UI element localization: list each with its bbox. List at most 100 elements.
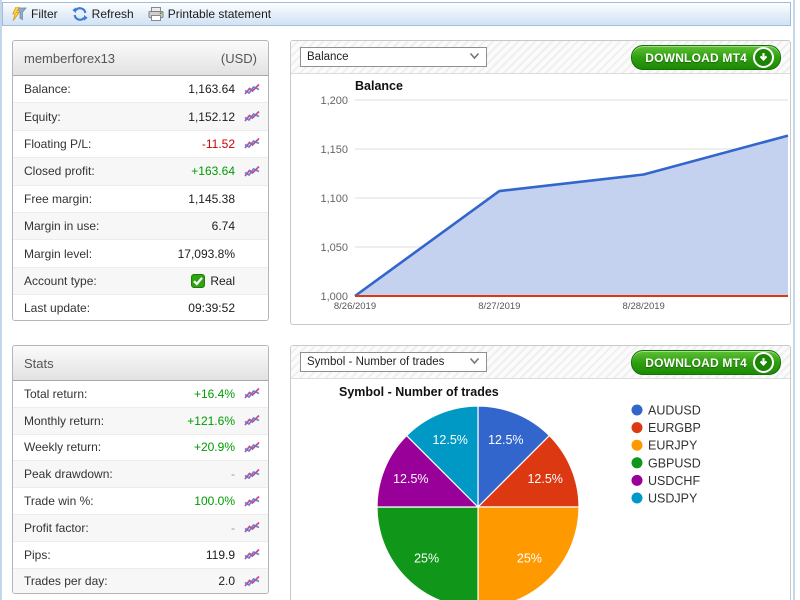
mini-chart-icon[interactable] (244, 110, 260, 123)
row-label: Margin level: (24, 247, 178, 261)
row-icon-slot (242, 521, 260, 534)
chevron-down-icon (469, 52, 480, 63)
stats-panel: Stats Total return: +16.4% Monthly retur… (12, 345, 269, 594)
pie-slice-label: 12.5% (393, 472, 428, 486)
row-label: Trade win %: (24, 494, 194, 508)
mini-chart-icon[interactable] (244, 495, 260, 508)
download-arrow-icon (753, 47, 774, 68)
row-value: 1,152.12 (188, 110, 235, 124)
row-value: +163.64 (191, 164, 235, 178)
balance-metric-select-value: Balance (307, 51, 349, 63)
refresh-label: Refresh (92, 7, 134, 21)
mini-chart-icon[interactable] (244, 521, 260, 534)
row-label: Profit factor: (24, 521, 231, 535)
row-value: 17,093.8% (178, 247, 235, 261)
row-label: Monthly return: (24, 414, 187, 428)
row-label: Trades per day: (24, 574, 218, 588)
row-value: 119.9 (206, 548, 235, 562)
row-label: Closed profit: (24, 164, 191, 178)
download-mt4-button[interactable]: DOWNLOAD MT4 (631, 350, 781, 375)
pie-section-header: Symbol - Number of trades DOWNLOAD MT4 (291, 346, 790, 379)
pie-metric-select[interactable]: Symbol - Number of trades (300, 352, 487, 372)
row-label: Margin in use: (24, 219, 212, 233)
legend-label-USDCHF: USDCHF (648, 474, 700, 488)
mini-chart-icon[interactable] (244, 548, 260, 561)
row-label: Equity: (24, 110, 188, 124)
table-row: Pips: 119.9 (13, 541, 268, 568)
row-label: Balance: (24, 82, 188, 96)
row-value: - (231, 467, 235, 481)
y-tick-label: 1,200 (320, 95, 348, 107)
mini-chart-icon[interactable] (244, 575, 260, 588)
legend-swatch-USDCHF (632, 475, 643, 486)
row-icon-slot (242, 495, 260, 508)
pie-slice-label: 12.5% (527, 472, 562, 486)
x-tick-label: 8/28/2019 (623, 301, 665, 312)
x-tick-label: 8/26/2019 (334, 301, 376, 312)
filter-button[interactable]: Filter (11, 7, 58, 22)
row-value: 6.74 (212, 219, 235, 233)
table-row: Last update: 09:39:52 (13, 294, 268, 321)
row-value: - (231, 521, 235, 535)
mini-chart-icon[interactable] (244, 414, 260, 427)
legend-label-EURJPY: EURJPY (648, 439, 698, 453)
legend-swatch-EURJPY (632, 440, 643, 451)
mini-chart-icon[interactable] (244, 387, 260, 400)
mini-chart-icon[interactable] (244, 468, 260, 481)
stats-panel-header: Stats (13, 346, 268, 381)
row-value: +20.9% (194, 440, 235, 454)
account-summary-panel: memberforex13 (USD) Balance: 1,163.64 Eq… (12, 40, 269, 321)
table-row: Margin in use: 6.74 (13, 212, 268, 239)
row-icon-slot (242, 387, 260, 400)
mini-chart-icon[interactable] (244, 441, 260, 454)
legend-swatch-USDJPY (632, 493, 643, 504)
stats-rows: Total return: +16.4% Monthly return: +12… (13, 381, 268, 594)
mini-chart-icon[interactable] (244, 83, 260, 96)
toolbar: Filter Refresh Printable statement (2, 2, 791, 26)
page-left-border (0, 0, 2, 600)
row-label: Pips: (24, 548, 206, 562)
mini-chart-icon[interactable] (244, 137, 260, 150)
printable-statement-button[interactable]: Printable statement (148, 7, 271, 21)
mini-chart-icon[interactable] (244, 165, 260, 178)
download-mt4-label: DOWNLOAD MT4 (645, 356, 747, 370)
legend-label-AUDUSD: AUDUSD (648, 404, 701, 418)
table-row: Margin level: 17,093.8% (13, 239, 268, 266)
row-label: Floating P/L: (24, 137, 202, 151)
symbol-pie-section: Symbol - Number of trades DOWNLOAD MT4 S… (290, 345, 791, 600)
chevron-down-icon (469, 357, 480, 368)
refresh-button[interactable]: Refresh (72, 7, 134, 21)
balance-area-chart-svg: 1,0001,0501,1001,1501,2008/26/20198/27/2… (291, 74, 790, 325)
table-row: Free margin: 1,145.38 (13, 185, 268, 212)
refresh-icon (72, 7, 88, 21)
legend-label-EURGBP: EURGBP (648, 421, 701, 435)
row-value: +121.6% (187, 414, 235, 428)
account-dashboard: Filter Refresh Printable statement membe… (0, 0, 800, 600)
pie-slice-label: 25% (414, 551, 439, 565)
pie-slice-label: 12.5% (488, 433, 523, 447)
table-row: Peak drawdown: - (13, 460, 268, 487)
printable-statement-label: Printable statement (168, 7, 271, 21)
table-row: Weekly return: +20.9% (13, 434, 268, 461)
symbol-pie-chart-svg: Symbol - Number of trades 12.5% 12.5% 25% 25… (291, 379, 790, 600)
row-value: 100.0% (194, 494, 235, 508)
table-row: Floating P/L: -11.52 (13, 130, 268, 157)
row-label: Last update: (24, 301, 188, 315)
printer-icon (148, 7, 164, 21)
balance-chart: 1,0001,0501,1001,1501,2008/26/20198/27/2… (291, 74, 790, 325)
row-icon-slot (242, 575, 260, 588)
filter-icon (11, 7, 27, 22)
row-icon-slot (242, 165, 260, 178)
row-label: Peak drawdown: (24, 467, 231, 481)
chart-title: Symbol - Number of trades (339, 385, 499, 399)
filter-label: Filter (31, 7, 58, 21)
table-row: Account type: Real (13, 267, 268, 294)
balance-metric-select[interactable]: Balance (300, 47, 487, 67)
page-right-border (793, 0, 795, 600)
table-row: Trades per day: 2.0 (13, 568, 268, 594)
pie-slice-label: 25% (517, 551, 542, 565)
y-tick-label: 1,150 (320, 144, 348, 156)
download-mt4-button[interactable]: DOWNLOAD MT4 (631, 45, 781, 70)
download-mt4-label: DOWNLOAD MT4 (645, 51, 747, 65)
legend-label-USDJPY: USDJPY (648, 492, 698, 506)
